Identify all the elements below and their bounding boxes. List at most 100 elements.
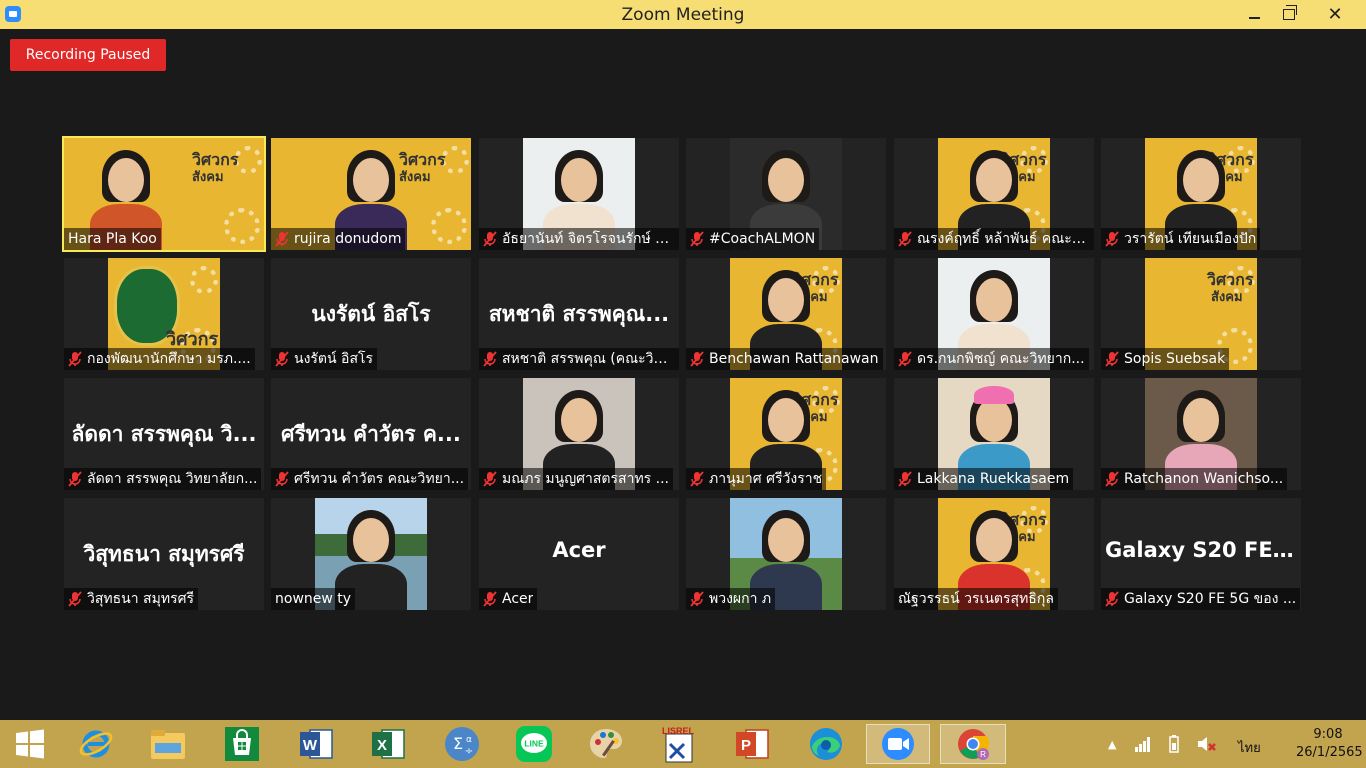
participant-face <box>561 158 597 202</box>
svg-text:α: α <box>466 735 472 745</box>
participant-tile[interactable]: ดร.กนกพิชญ์ คณะวิทยาก... <box>894 258 1094 370</box>
math-input-icon[interactable]: Σ α ÷ <box>440 724 484 764</box>
microphone-muted-icon <box>275 231 289 247</box>
participant-tile[interactable]: Ratchanon Wanichso... <box>1101 378 1301 490</box>
participant-name: Hara Pla Koo <box>68 231 157 247</box>
participant-tile[interactable]: Lakkana Ruekkasaem <box>894 378 1094 490</box>
participant-name: สหชาติ สรรพคุณ (คณะวิท... <box>502 351 675 367</box>
participant-tile[interactable]: ลัดดา สรรพคุณ วิ... ลัดดา สรรพคุณ วิทยาลั… <box>64 378 264 490</box>
poster-subtitle: สังคม <box>192 170 224 185</box>
paint-icon[interactable] <box>584 724 628 764</box>
participant-name-tag: nownew ty <box>271 588 356 610</box>
participant-name: ดร.กนกพิชญ์ คณะวิทยาก... <box>917 351 1085 367</box>
internet-explorer-icon[interactable] <box>74 724 118 764</box>
line-icon: LINE <box>516 726 552 762</box>
participant-tile[interactable]: Galaxy S20 FE 5... Galaxy S20 FE 5G ของ .… <box>1101 498 1301 610</box>
maximize-button[interactable] <box>1266 0 1312 29</box>
participant-tile[interactable]: อัธยานันท์ จิตรโรจนรักษ์ ค... <box>479 138 679 250</box>
participant-face <box>976 518 1012 562</box>
participant-name-tag: กองพัฒนานักศึกษา มรภ.... <box>64 348 255 370</box>
participant-name: วิสุทธนา สมุทรศรี <box>87 591 194 607</box>
participant-tile[interactable]: วิศวกร สังคม Sopis Suebsak <box>1101 258 1301 370</box>
participant-name: rujira donudom <box>294 231 402 247</box>
poster-subtitle: สังคม <box>1211 290 1243 305</box>
speaker-muted-icon[interactable] <box>1196 735 1217 753</box>
participant-name: #CoachALMON <box>709 231 816 247</box>
word-icon[interactable]: W <box>294 724 338 764</box>
close-icon: ✕ <box>1327 4 1343 25</box>
participant-name-tag: Galaxy S20 FE 5G ของ ... <box>1101 588 1301 610</box>
participant-display-name: วิสุทธนา สมุทรศรี <box>83 542 245 566</box>
signal-icon[interactable] <box>1134 736 1152 752</box>
lisrel-icon[interactable]: LISREL <box>656 724 700 764</box>
svg-text:W: W <box>303 737 318 754</box>
participant-tile[interactable]: ศรีทวน คำวัตร ค... ศรีทวน คำวัตร คณะวิทยา… <box>271 378 471 490</box>
system-tray: ▲ <box>1108 720 1217 768</box>
microphone-muted-icon <box>483 591 497 607</box>
participant-face <box>976 398 1012 442</box>
participant-tile[interactable]: วิสุทธนา สมุทรศรี วิสุทธนา สมุทรศรี <box>64 498 264 610</box>
participant-tile[interactable]: วิศวกร สังคม ณัฐวรรธน์ วรเนตรสุทธิกุล <box>894 498 1094 610</box>
participant-display-name: Galaxy S20 FE 5... <box>1105 538 1301 562</box>
windows-start-button[interactable] <box>8 724 52 764</box>
gear-decoration <box>431 208 467 244</box>
folder-icon <box>151 730 185 759</box>
participant-tile[interactable]: วิศวกร สังคม rujira donudom <box>271 138 471 250</box>
svg-text:Σ: Σ <box>453 734 463 753</box>
participant-tile[interactable]: วิศวกร สังคม ภานุมาศ ศรีวังราช <box>686 378 886 490</box>
participant-name: วรารัตน์ เทียนเมืองปัก <box>1124 231 1257 247</box>
participant-tile[interactable]: วิศวกร สังคม Hara Pla Koo <box>62 136 266 252</box>
shopping-bag-icon <box>225 727 259 761</box>
participant-face <box>768 518 804 562</box>
participant-name-tag: วรารัตน์ เทียนเมืองปัก <box>1101 228 1261 250</box>
participant-tile[interactable]: สหชาติ สรรพคุณ... สหชาติ สรรพคุณ (คณะวิท.… <box>479 258 679 370</box>
battery-icon[interactable] <box>1166 734 1184 754</box>
participant-tile[interactable]: วิศวกร สังคม Benchawan Rattanawan <box>686 258 886 370</box>
microphone-muted-icon <box>690 351 704 367</box>
participant-tile[interactable]: Acer Acer <box>479 498 679 610</box>
lisrel-label: LISREL <box>662 726 695 736</box>
powerpoint-icon[interactable]: P <box>730 724 774 764</box>
participant-tile[interactable]: พวงผกา ภ <box>686 498 886 610</box>
participant-face <box>353 158 389 202</box>
taskbar-clock[interactable]: 9:08 26/1/2565 <box>1296 726 1363 762</box>
participant-face <box>108 158 144 202</box>
zoom-taskbar-icon[interactable] <box>866 724 930 764</box>
participant-tile[interactable]: วิศวกร สังคม วรารัตน์ เทียนเมืองปัก <box>1101 138 1301 250</box>
lisrel-logo-icon: LISREL <box>662 726 695 763</box>
excel-icon[interactable]: X <box>366 724 410 764</box>
participant-display-name: สหชาติ สรรพคุณ... <box>488 302 670 326</box>
recording-paused-badge[interactable]: Recording Paused <box>10 39 166 71</box>
participant-tile[interactable]: มณภร มนูญศาสตรสาทร ... <box>479 378 679 490</box>
participant-face <box>976 158 1012 202</box>
participant-tile[interactable]: นงรัตน์ อิสโร นงรัตน์ อิสโร <box>271 258 471 370</box>
participant-name: Ratchanon Wanichso... <box>1124 471 1284 487</box>
excel-logo-icon: X <box>372 729 405 759</box>
language-indicator[interactable]: ไทย <box>1238 737 1261 758</box>
chrome-taskbar-icon[interactable]: R <box>940 724 1006 764</box>
participant-tile[interactable]: nownew ty <box>271 498 471 610</box>
zoom-logo-icon <box>882 728 914 760</box>
restore-icon <box>1283 5 1297 20</box>
participant-tile[interactable]: #CoachALMON <box>686 138 886 250</box>
edge-icon[interactable] <box>804 724 848 764</box>
participant-name: ลัดดา สรรพคุณ วิทยาลัยก... <box>87 471 258 487</box>
participant-name-tag: ภานุมาศ ศรีวังราช <box>686 468 827 490</box>
participant-name-tag: #CoachALMON <box>686 228 820 250</box>
line-app-icon[interactable]: LINE <box>512 724 556 764</box>
close-button[interactable]: ✕ <box>1312 0 1358 29</box>
store-icon[interactable] <box>220 724 264 764</box>
file-explorer-icon[interactable] <box>146 724 190 764</box>
participant-name-tag: พวงผกา ภ <box>686 588 776 610</box>
gear-decoration <box>190 266 218 294</box>
microphone-muted-icon <box>1105 591 1119 607</box>
participant-name-tag: rujira donudom <box>271 228 406 250</box>
participant-name: มณภร มนูญศาสตรสาทร ... <box>502 471 670 487</box>
line-label: LINE <box>524 739 544 749</box>
participant-face <box>561 398 597 442</box>
show-hidden-icons-icon[interactable]: ▲ <box>1108 738 1116 751</box>
participant-tile[interactable]: วิศวกร กองพัฒนานักศึกษา มรภ.... <box>64 258 264 370</box>
participant-face <box>1183 398 1219 442</box>
word-logo-icon: W <box>300 729 333 759</box>
participant-tile[interactable]: วิศวกร สังคม ณรงค์ฤทธิ์ หล้าพันธ์ คณะว... <box>894 138 1094 250</box>
